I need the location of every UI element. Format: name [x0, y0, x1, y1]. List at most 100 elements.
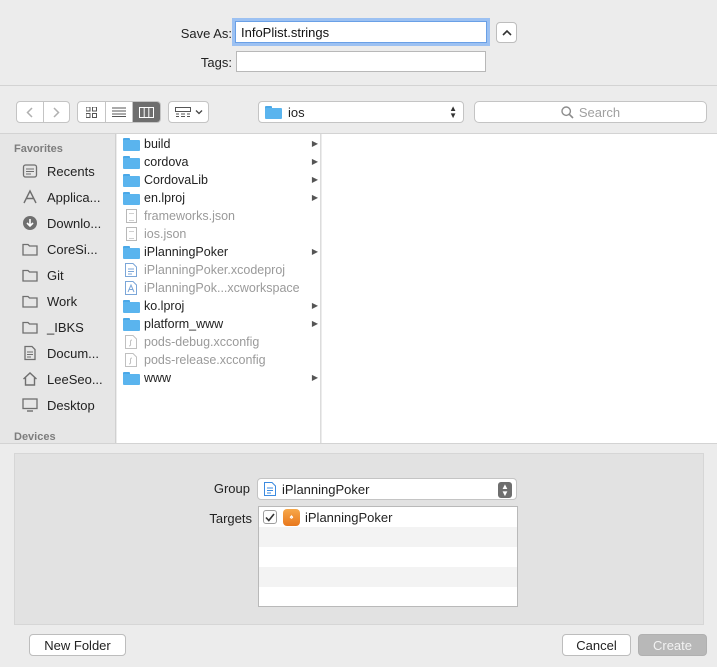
back-button[interactable]: [17, 102, 44, 122]
folder-icon: [265, 105, 282, 119]
sidebar-item-label: Applica...: [47, 189, 101, 205]
devices-heading: Devices: [14, 431, 56, 443]
sidebar-item-documents[interactable]: Docum...: [20, 342, 99, 364]
icon-view-button[interactable]: [78, 102, 106, 122]
file-name: iPlanningPoker.xcodeproj: [144, 263, 286, 277]
config-file-icon: [122, 353, 140, 367]
checkmark-icon: [265, 513, 275, 522]
list-item: iPlanningPok...xcworkspace: [117, 279, 320, 297]
folder-icon: [122, 155, 140, 169]
disclosure-arrow-icon: ▶: [311, 247, 318, 256]
forward-button[interactable]: [44, 102, 70, 122]
group-label: Group: [213, 481, 250, 496]
list-view-icon: [112, 107, 126, 117]
list-item: pods-release.xcconfig: [117, 351, 320, 369]
disclosure-arrow-icon: ▶: [311, 319, 318, 328]
list-item[interactable]: CordovaLib ▶: [117, 171, 320, 189]
list-item: iPlanningPoker.xcodeproj: [117, 261, 320, 279]
empty-column: [322, 134, 717, 443]
search-placeholder: Search: [578, 104, 621, 120]
tags-field[interactable]: [236, 51, 486, 72]
target-checkbox[interactable]: [263, 510, 277, 524]
folder-icon: [20, 319, 40, 335]
list-item: pods-debug.xcconfig: [117, 333, 320, 351]
group-popup[interactable]: iPlanningPoker ▲ ▼: [257, 478, 517, 500]
targets-label: Targets: [209, 511, 252, 526]
column-view-button[interactable]: [133, 102, 160, 122]
search-field[interactable]: Search: [474, 101, 707, 123]
chevron-up-icon: [501, 29, 512, 36]
list-item[interactable]: iPlanningPoker ▶: [117, 243, 320, 261]
disclosure-arrow-icon: ▶: [311, 139, 318, 148]
sidebar-item-downloads[interactable]: Downlo...: [20, 212, 101, 234]
folder-icon: [122, 191, 140, 205]
folder-icon: [122, 317, 140, 331]
disclosure-arrow-icon: ▶: [311, 157, 318, 166]
downloads-icon: [20, 215, 40, 231]
disclosure-arrow-icon: ▶: [311, 193, 318, 202]
file-name: iPlanningPoker: [144, 245, 229, 259]
cancel-button[interactable]: Cancel: [562, 634, 631, 656]
sidebar-item-label: Work: [47, 293, 78, 309]
target-name: iPlanningPoker: [305, 509, 393, 525]
expand-collapse-button[interactable]: [496, 22, 517, 43]
save-as-field[interactable]: InfoPlist.strings: [235, 21, 487, 43]
empty-row: [259, 567, 517, 587]
desktop-icon: [20, 397, 40, 413]
column-view-icon: [139, 106, 155, 118]
list-item[interactable]: www ▶: [117, 369, 320, 387]
sidebar-item-desktop[interactable]: Desktop: [20, 394, 95, 416]
group-value: iPlanningPoker: [282, 481, 370, 497]
app-icon: ♠: [283, 508, 300, 526]
list-item[interactable]: ko.lproj ▶: [117, 297, 320, 315]
empty-row: [259, 547, 517, 567]
file-name: CordovaLib: [144, 173, 208, 187]
location-label: ios: [288, 104, 305, 120]
folder-icon: [122, 371, 140, 385]
chevron-down-icon: [195, 110, 202, 115]
disclosure-arrow-icon: ▶: [311, 373, 318, 382]
recents-icon: [20, 163, 40, 179]
sidebar-item-label: LeeSeo...: [47, 371, 103, 387]
file-name: www: [144, 371, 172, 385]
sidebar-item-work[interactable]: Work: [20, 290, 77, 312]
up-down-arrows-icon: ▲ ▼: [498, 482, 512, 498]
new-folder-button[interactable]: New Folder: [29, 634, 126, 656]
disclosure-arrow-icon: ▶: [311, 301, 318, 310]
sidebar-item-git[interactable]: Git: [20, 264, 64, 286]
sidebar-item-recents[interactable]: Recents: [20, 160, 95, 182]
cover-flow-button[interactable]: [168, 101, 209, 123]
sidebar-item-label: Docum...: [47, 345, 100, 361]
sidebar: Favorites Recents Applica... Downlo... C…: [0, 134, 116, 443]
sidebar-item-home[interactable]: LeeSeo...: [20, 368, 103, 390]
list-view-button[interactable]: [106, 102, 134, 122]
disclosure-arrow-icon: ▶: [311, 175, 318, 184]
sidebar-item-label: Recents: [47, 163, 95, 179]
chevron-right-icon: [53, 106, 60, 118]
sidebar-item-applications[interactable]: Applica...: [20, 186, 100, 208]
sidebar-item-ibks[interactable]: _IBKS: [20, 316, 84, 338]
location-popup[interactable]: ios ▲ ▼: [258, 101, 464, 123]
target-row[interactable]: ♠ iPlanningPoker: [259, 507, 517, 527]
file-name: pods-release.xcconfig: [144, 353, 266, 367]
sidebar-item-coresi[interactable]: CoreSi...: [20, 238, 98, 260]
sidebar-item-label: CoreSi...: [47, 241, 98, 257]
folder-icon: [122, 299, 140, 313]
file-name: frameworks.json: [144, 209, 235, 223]
save-dialog: Save As: InfoPlist.strings Tags: ios ▲▼: [0, 0, 717, 667]
list-item[interactable]: platform_www ▶: [117, 315, 320, 333]
applications-icon: [20, 189, 40, 205]
document-icon: [122, 209, 140, 223]
file-name: build: [144, 137, 171, 151]
config-file-icon: [122, 335, 140, 349]
search-icon: [561, 105, 574, 119]
file-name: pods-debug.xcconfig: [144, 335, 260, 349]
list-item[interactable]: build ▶: [117, 135, 320, 153]
home-icon: [20, 371, 40, 387]
tags-label: Tags:: [200, 55, 232, 70]
back-forward-control: [16, 101, 70, 123]
folder-icon: [122, 245, 140, 259]
list-item[interactable]: cordova ▶: [117, 153, 320, 171]
file-name: platform_www: [144, 317, 224, 331]
list-item[interactable]: en.lproj ▶: [117, 189, 320, 207]
